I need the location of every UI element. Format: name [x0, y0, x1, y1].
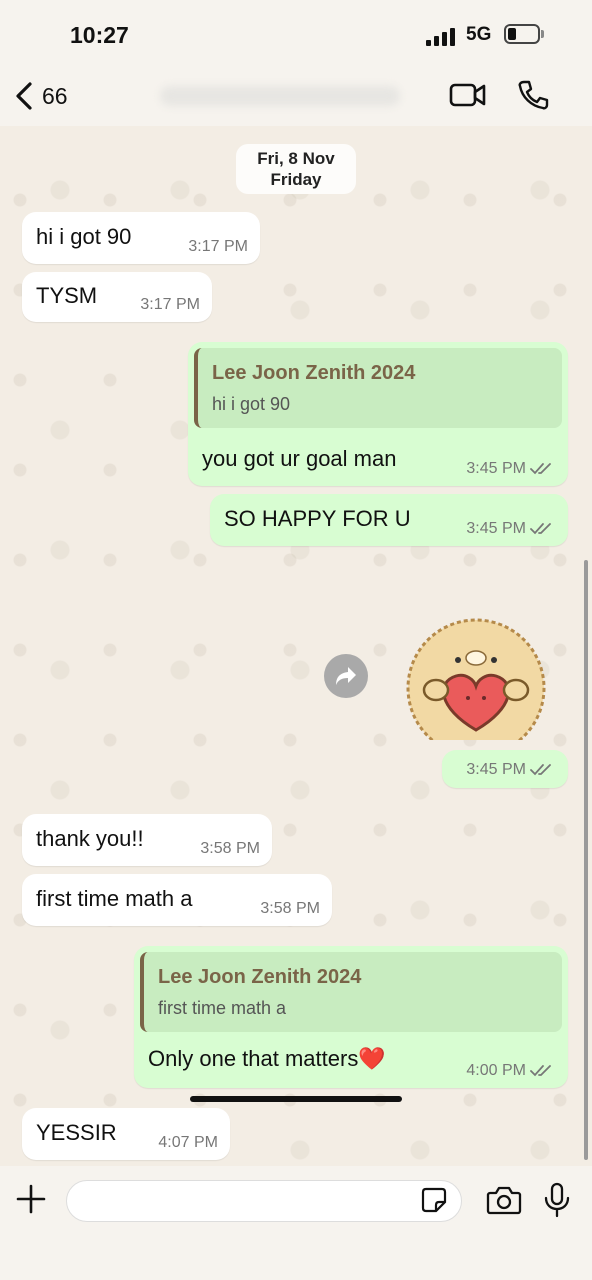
message-text: first time math a [36, 886, 193, 911]
forward-icon [336, 667, 356, 685]
double-check-icon [530, 523, 551, 535]
incoming-message[interactable]: YESSIR 4:07 PM [22, 1108, 230, 1160]
attach-button[interactable] [14, 1182, 48, 1221]
status-bar: 10:27 5G [0, 0, 592, 66]
message-text: thank you!! [36, 826, 144, 851]
sticker-heart-eye-left [466, 696, 470, 700]
message-text: Only one that matters❤️ [148, 1046, 386, 1071]
video-camera-icon [449, 83, 486, 107]
sticker-snout [465, 650, 487, 666]
battery-fill [508, 28, 516, 40]
sticker-timestamp: 3:45 PM [442, 750, 568, 788]
message-time: 3:45 PM [466, 761, 556, 779]
chevron-left-icon [16, 82, 32, 110]
battery-cap [541, 30, 544, 38]
time-label: 4:07 PM [158, 1134, 218, 1151]
incoming-message[interactable]: hi i got 90 3:17 PM [22, 212, 260, 264]
quoted-message[interactable]: Lee Joon Zenith 2024 hi i got 90 [194, 348, 562, 428]
sticker-button[interactable] [420, 1186, 448, 1219]
camera-icon [486, 1186, 522, 1215]
sticker-image[interactable] [398, 610, 554, 740]
composer-bar [0, 1166, 592, 1280]
message-time: 4:00 PM [466, 1062, 556, 1080]
double-check-icon [530, 1065, 551, 1077]
message-text: SO HAPPY FOR U [224, 506, 411, 531]
message-time: 4:07 PM [158, 1134, 218, 1152]
message-time: 3:45 PM [466, 460, 556, 478]
time-label: 3:58 PM [200, 840, 260, 857]
unread-count: 66 [42, 82, 68, 109]
message-input[interactable] [66, 1180, 462, 1222]
quoted-sender: Lee Joon Zenith 2024 [212, 362, 416, 384]
time-label: 3:17 PM [140, 296, 200, 313]
contact-name-blurred[interactable] [160, 86, 400, 106]
microphone-icon [544, 1182, 570, 1218]
day-label: Friday [270, 170, 322, 189]
incoming-message[interactable]: thank you!! 3:58 PM [22, 814, 272, 866]
message-time: 3:17 PM [188, 238, 248, 256]
incoming-message[interactable]: TYSM 3:17 PM [22, 272, 212, 322]
status-time: 10:27 [70, 22, 129, 48]
message-time: 3:45 PM [466, 520, 556, 538]
date-divider: Fri, 8 Nov Friday [236, 144, 356, 194]
back-button[interactable]: 66 [14, 76, 68, 116]
cellular-signal-icon [426, 26, 458, 46]
camera-button[interactable] [486, 1184, 522, 1221]
double-check-icon [530, 463, 551, 475]
outgoing-reply-message[interactable]: Lee Joon Zenith 2024 hi i got 90 you got… [188, 342, 568, 486]
quoted-sender: Lee Joon Zenith 2024 [158, 966, 362, 988]
date-label: Fri, 8 Nov [257, 149, 335, 168]
message-time: 3:58 PM [260, 900, 320, 918]
sticker-eye-right [491, 657, 497, 663]
sticker-eye-left [455, 657, 461, 663]
incoming-message[interactable]: first time math a 3:58 PM [22, 874, 332, 926]
quoted-text: hi i got 90 [212, 394, 291, 414]
double-check-icon [530, 764, 551, 776]
voice-message-button[interactable] [542, 1182, 572, 1223]
message-text: hi i got 90 [36, 224, 132, 249]
outgoing-message[interactable]: SO HAPPY FOR U 3:45 PM [210, 494, 568, 546]
message-time: 3:17 PM [140, 296, 200, 314]
sticker-paw-left [422, 678, 450, 702]
message-text: you got ur goal man [202, 446, 397, 471]
message-text: YESSIR [36, 1120, 117, 1145]
home-indicator[interactable] [190, 1096, 402, 1102]
chat-header: 66 [0, 66, 592, 126]
time-label: 3:17 PM [188, 238, 248, 255]
message-text: TYSM [36, 283, 98, 308]
time-label: 3:45 PM [466, 520, 526, 537]
sticker-paw-right [502, 678, 530, 702]
sticker-icon [421, 1187, 447, 1213]
plus-icon [16, 1184, 46, 1214]
quoted-message[interactable]: Lee Joon Zenith 2024 first time math a [140, 952, 562, 1032]
phone-icon [518, 80, 549, 110]
time-label: 3:45 PM [466, 761, 526, 778]
forward-button[interactable] [324, 654, 368, 698]
voice-call-button[interactable] [516, 78, 550, 117]
video-call-button[interactable] [448, 78, 488, 117]
message-time: 3:58 PM [200, 840, 260, 858]
network-label: 5G [466, 24, 492, 45]
scrollbar[interactable] [584, 560, 588, 1160]
battery-icon [504, 24, 540, 44]
outgoing-reply-message[interactable]: Lee Joon Zenith 2024 first time math a O… [134, 946, 568, 1088]
quoted-text: first time math a [158, 998, 287, 1018]
time-label: 3:45 PM [466, 460, 526, 477]
sticker-heart-eye-right [482, 696, 486, 700]
time-label: 3:58 PM [260, 900, 320, 917]
time-label: 4:00 PM [466, 1062, 526, 1079]
